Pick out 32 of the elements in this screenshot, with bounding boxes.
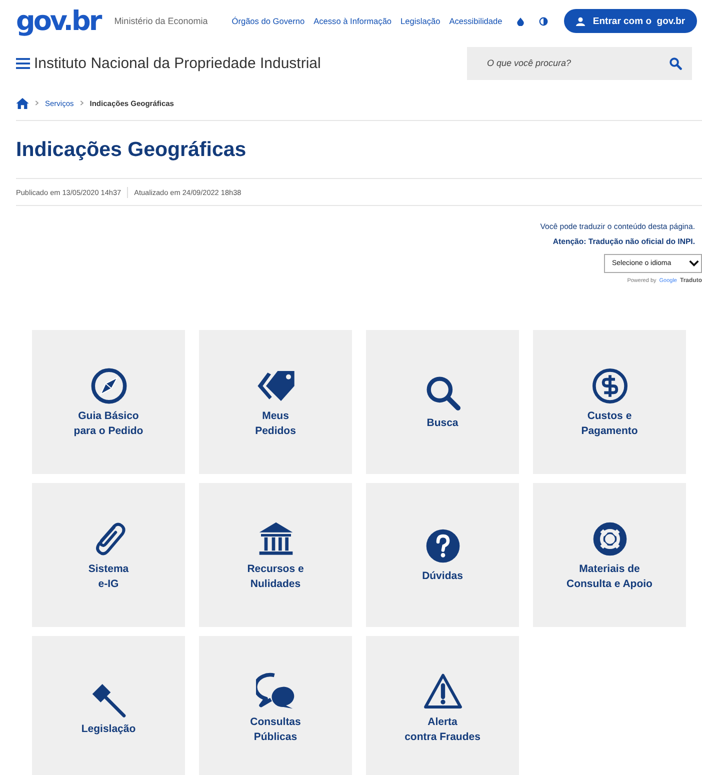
service-tile[interactable]: Dúvidas bbox=[366, 483, 519, 627]
dollar-coin-icon bbox=[590, 366, 630, 406]
user-icon bbox=[576, 16, 586, 26]
header-link[interactable]: Órgãos do Governo bbox=[232, 16, 305, 26]
service-tile[interactable]: Legislação bbox=[32, 636, 185, 775]
header-link[interactable]: Acessibilidade bbox=[449, 16, 502, 26]
service-tile[interactable]: Recursos e Nulidades bbox=[199, 483, 352, 627]
header-link[interactable]: Legislação bbox=[400, 16, 440, 26]
home-icon[interactable] bbox=[16, 98, 29, 108]
header-link[interactable]: Acesso à Informação bbox=[314, 16, 392, 26]
govbr-logo[interactable]: gov.br bbox=[16, 8, 100, 34]
contrast-icon[interactable] bbox=[539, 16, 548, 26]
service-tile[interactable]: Guia Básico para o Pedido bbox=[32, 330, 185, 474]
search-field[interactable]: O que você procura? bbox=[467, 46, 692, 80]
service-tile[interactable]: Meus Pedidos bbox=[199, 330, 352, 474]
compass-icon bbox=[88, 366, 128, 406]
service-tile[interactable]: Consultas Públicas bbox=[199, 636, 352, 775]
ministry-name: Ministério da Economia bbox=[114, 16, 208, 26]
login-button[interactable]: Entrar com o gov.br bbox=[564, 9, 698, 33]
chevron-down-icon bbox=[689, 260, 699, 267]
service-tile[interactable]: Sistema e-IG bbox=[32, 483, 185, 627]
page-title: Indicações Geográficas bbox=[16, 136, 248, 162]
service-tile[interactable]: Custos e Pagamento bbox=[533, 330, 686, 474]
chevron-icon bbox=[80, 100, 84, 106]
chevron-icon bbox=[35, 100, 39, 106]
site-title: Instituto Nacional da Propriedade Industrial bbox=[34, 54, 322, 72]
menu-icon[interactable] bbox=[16, 58, 30, 68]
service-tile[interactable]: Alerta contra Fraudes bbox=[366, 636, 519, 775]
service-tile[interactable]: Materiais de Consulta e Apoio bbox=[533, 483, 686, 627]
search-icon[interactable] bbox=[669, 56, 682, 70]
drop-icon[interactable] bbox=[516, 16, 526, 26]
service-tile[interactable]: Busca bbox=[366, 330, 519, 474]
